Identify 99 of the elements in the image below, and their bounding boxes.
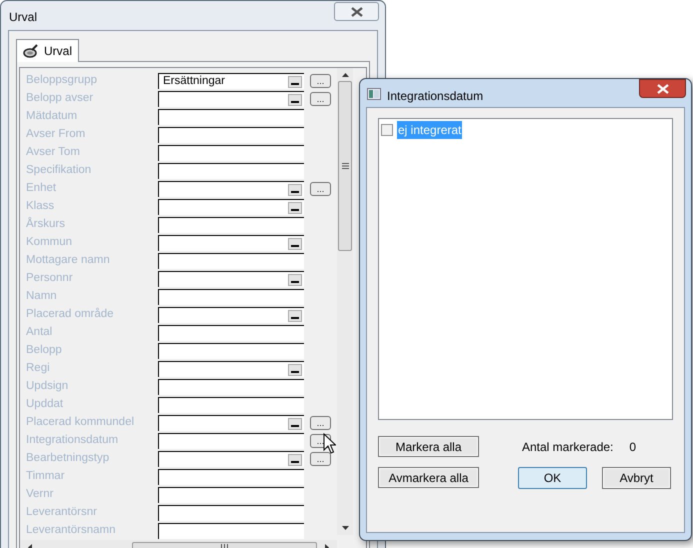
checkbox[interactable]	[381, 124, 393, 136]
field-label: Belopp	[25, 343, 63, 358]
vertical-scrollbar[interactable]	[337, 68, 353, 535]
field-label: Mottagare namn	[25, 253, 111, 268]
field-label: Upddat	[25, 397, 64, 412]
field-label: Namn	[25, 289, 58, 304]
dropdown-button[interactable]	[288, 274, 302, 286]
field-label: Mätdatum	[25, 109, 78, 124]
dropdown-button[interactable]	[288, 364, 302, 376]
field-label: Integrationsdatum	[25, 433, 120, 448]
field-label: Placerad område	[25, 306, 115, 322]
field-label: Klass	[25, 199, 56, 214]
browse-button[interactable]: ...	[310, 416, 331, 430]
text-field[interactable]	[158, 289, 304, 305]
close-icon	[350, 6, 362, 16]
field-label: Personnr	[25, 271, 74, 286]
tab[interactable]: Urval	[16, 39, 80, 62]
text-field[interactable]	[158, 505, 304, 521]
select-all-button[interactable]: Markera alla	[378, 436, 479, 457]
field-label: Updsign	[25, 379, 70, 394]
text-field[interactable]	[158, 397, 304, 413]
text-field[interactable]	[158, 487, 304, 503]
field-label: Timmar	[25, 469, 66, 484]
window-title: Urval	[9, 9, 38, 26]
dropdown-field[interactable]	[158, 415, 304, 431]
field-label: Kommun	[25, 235, 74, 250]
field-label: Avser Tom	[25, 145, 81, 160]
dropdown-field[interactable]: Ersättningar	[158, 73, 304, 89]
field-label: Specifikation	[25, 163, 92, 178]
cancel-button[interactable]: Avbryt	[602, 467, 671, 489]
dash-icon	[291, 280, 299, 282]
browse-button[interactable]: ...	[310, 74, 331, 88]
dash-icon	[291, 424, 299, 426]
dash-icon	[291, 190, 299, 192]
field-label: Avser From	[25, 127, 86, 142]
browse-button[interactable]: ...	[310, 182, 331, 196]
field-label: Årskurs	[25, 216, 66, 232]
dash-icon	[291, 316, 299, 318]
field-label: Leverantörsnr	[25, 505, 98, 520]
scroll-down-icon[interactable]	[342, 526, 348, 530]
field-label: Leverantörsnamn	[25, 523, 116, 538]
dash-icon	[291, 208, 299, 210]
dropdown-field[interactable]	[158, 199, 304, 215]
dropdown-field[interactable]	[158, 451, 304, 467]
dropdown-field[interactable]	[158, 271, 304, 287]
deselect-all-button[interactable]: Avmarkera alla	[378, 467, 479, 488]
text-field[interactable]	[158, 127, 304, 143]
dropdown-field[interactable]	[158, 307, 304, 323]
field-label: Bearbetningstyp	[25, 451, 110, 466]
text-field[interactable]	[158, 379, 304, 395]
ok-button[interactable]: OK	[518, 467, 587, 489]
grip-icon	[342, 163, 348, 169]
text-field[interactable]	[158, 163, 304, 179]
dash-icon	[291, 460, 299, 462]
close-button[interactable]	[639, 79, 686, 98]
field-label: Antal	[25, 325, 54, 340]
scroll-thumb[interactable]	[338, 81, 352, 251]
text-field[interactable]	[158, 523, 304, 539]
magnifier-icon	[23, 44, 39, 58]
window-icon	[367, 88, 381, 100]
text-field[interactable]	[158, 253, 304, 269]
field-label: Beloppsgrupp	[25, 73, 98, 88]
dropdown-field[interactable]	[158, 91, 304, 107]
dropdown-button[interactable]	[288, 202, 302, 214]
dropdown-button[interactable]	[288, 184, 302, 196]
scroll-up-icon[interactable]	[342, 73, 348, 77]
count-label: Antal markerade:	[522, 438, 614, 456]
dropdown-button[interactable]	[288, 454, 302, 466]
dropdown-button[interactable]	[288, 310, 302, 322]
dialog-title: Integrationsdatum	[387, 88, 484, 105]
field-label: Enhet	[25, 181, 58, 196]
browse-button[interactable]: ...	[310, 452, 331, 466]
close-button[interactable]	[334, 2, 379, 21]
field-label: Placerad kommundel	[25, 415, 136, 430]
text-field[interactable]	[158, 109, 304, 125]
dropdown-field[interactable]	[158, 235, 304, 251]
text-field[interactable]	[158, 325, 304, 341]
text-field[interactable]	[158, 469, 304, 485]
field-label: Regi	[25, 361, 51, 376]
dropdown-field[interactable]	[158, 361, 304, 377]
browse-button[interactable]: ...	[310, 92, 331, 106]
text-field[interactable]	[158, 217, 304, 233]
dash-icon	[291, 370, 299, 372]
text-field[interactable]	[158, 145, 304, 161]
dash-icon	[291, 82, 299, 84]
dropdown-field[interactable]	[158, 181, 304, 197]
text-field[interactable]	[158, 433, 304, 449]
count-value: 0	[629, 438, 636, 456]
dropdown-button[interactable]	[288, 238, 302, 250]
text-field[interactable]	[158, 343, 304, 359]
dropdown-button[interactable]	[288, 418, 302, 430]
dash-icon	[291, 100, 299, 102]
dropdown-button[interactable]	[288, 94, 302, 106]
dropdown-button[interactable]	[288, 76, 302, 88]
dash-icon	[291, 244, 299, 246]
mouse-pointer-icon	[323, 433, 336, 454]
close-icon	[656, 84, 668, 94]
field-label: Vernr	[25, 487, 54, 502]
field-label: Belopp avser	[25, 91, 94, 106]
